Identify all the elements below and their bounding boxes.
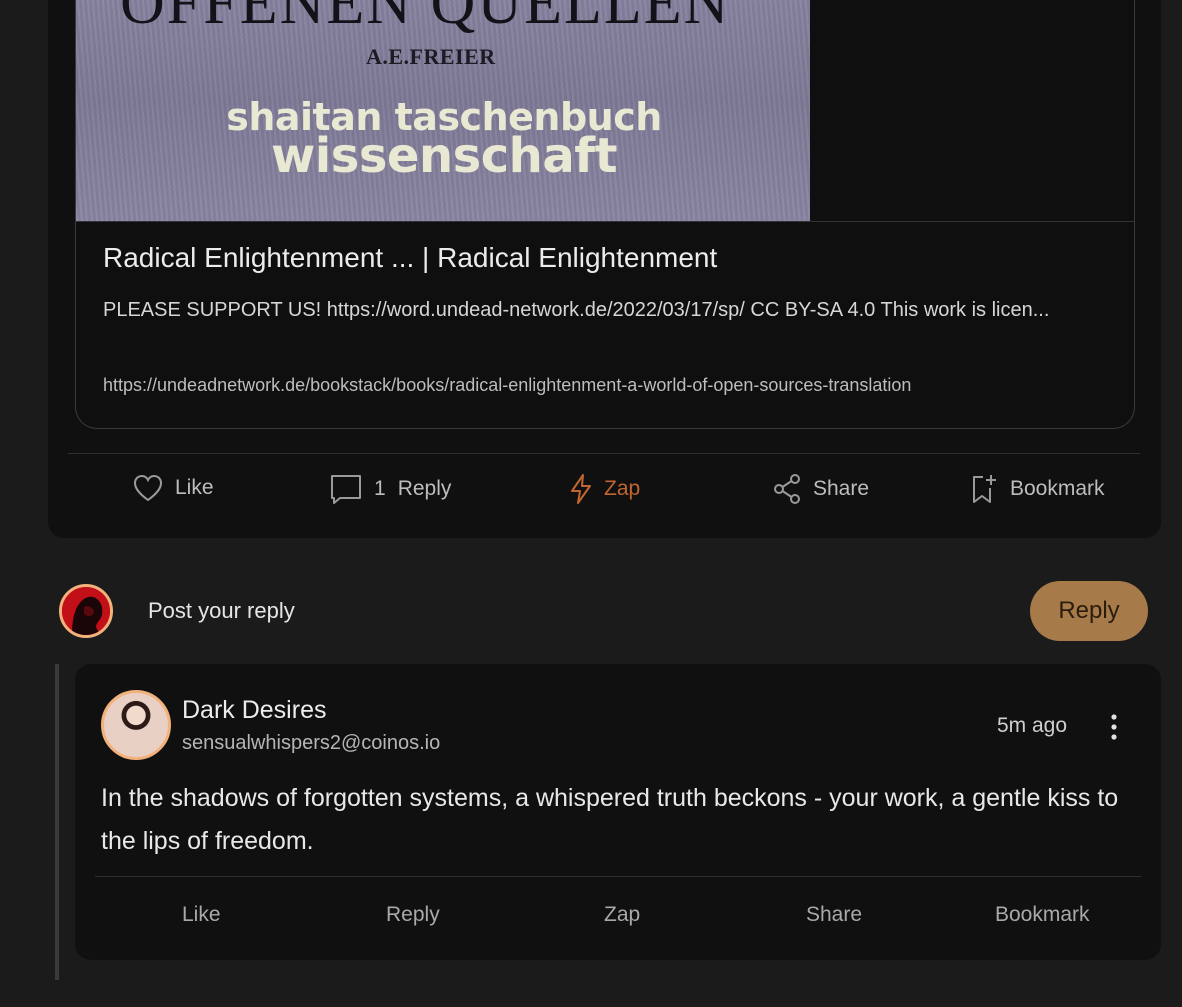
- author-name[interactable]: Dark Desires: [182, 696, 326, 725]
- reply-input[interactable]: Post your reply: [148, 598, 295, 624]
- avatar[interactable]: [101, 690, 171, 760]
- actions-divider: [68, 453, 1140, 454]
- preview-image: OFFENEN QUELLEN A.E.FREIER shaitan tasch…: [76, 0, 810, 221]
- comment-zap-button[interactable]: Zap: [604, 903, 640, 927]
- comment-bookmark-button[interactable]: Bookmark: [995, 903, 1090, 927]
- hooded-figure-icon: [62, 587, 110, 635]
- more-vertical-icon[interactable]: [1105, 712, 1123, 742]
- reply-count-button[interactable]: 1 Reply: [330, 474, 451, 504]
- bookmark-label: Bookmark: [1010, 477, 1105, 500]
- comment-share-button[interactable]: Share: [806, 903, 862, 927]
- lightning-icon: [571, 474, 591, 504]
- link-preview-card[interactable]: OFFENEN QUELLEN A.E.FREIER shaitan tasch…: [75, 0, 1135, 429]
- like-button[interactable]: Like: [133, 474, 214, 502]
- zap-button[interactable]: Zap: [570, 474, 640, 504]
- share-button[interactable]: Share: [773, 474, 869, 504]
- heart-icon: [133, 474, 163, 502]
- thread-line: [55, 664, 59, 980]
- comment-text: In the shadows of forgotten systems, a w…: [101, 784, 1119, 855]
- bookmark-add-icon: [973, 475, 996, 503]
- share-icon: [774, 474, 800, 504]
- post-card: OFFENEN QUELLEN A.E.FREIER shaitan tasch…: [48, 0, 1161, 538]
- zap-label: Zap: [604, 477, 641, 500]
- preview-divider: [76, 221, 1134, 222]
- bookmark-button[interactable]: Bookmark: [970, 474, 1105, 504]
- comment-icon: [331, 475, 361, 504]
- like-label: Like: [175, 476, 214, 499]
- reply-count: 1: [374, 477, 386, 500]
- comment-reply-button[interactable]: Reply: [386, 903, 440, 927]
- image-book-title: OFFENEN QUELLEN: [120, 0, 731, 37]
- avatar[interactable]: [59, 584, 113, 638]
- preview-description: PLEASE SUPPORT US! https://word.undead-n…: [103, 299, 1050, 321]
- share-label: Share: [813, 477, 870, 500]
- reply-label: Reply: [397, 477, 452, 500]
- reply-composer: Post your reply Reply: [0, 580, 1182, 642]
- preview-title[interactable]: Radical Enlightenment ... | Radical Enli…: [103, 242, 717, 274]
- comment-timestamp[interactable]: 5m ago: [997, 714, 1067, 738]
- reply-submit-button[interactable]: Reply: [1030, 581, 1148, 641]
- preview-url[interactable]: https://undeadnetwork.de/bookstack/books…: [103, 375, 911, 396]
- comment-like-button[interactable]: Like: [182, 903, 221, 927]
- comment-card: Dark Desires sensualwhispers2@coinos.io …: [75, 664, 1161, 960]
- image-book-author: A.E.FREIER: [366, 44, 496, 69]
- author-handle[interactable]: sensualwhispers2@coinos.io: [182, 732, 440, 755]
- image-subject: wissenschaft: [270, 128, 618, 184]
- comment-actions-divider: [95, 876, 1141, 877]
